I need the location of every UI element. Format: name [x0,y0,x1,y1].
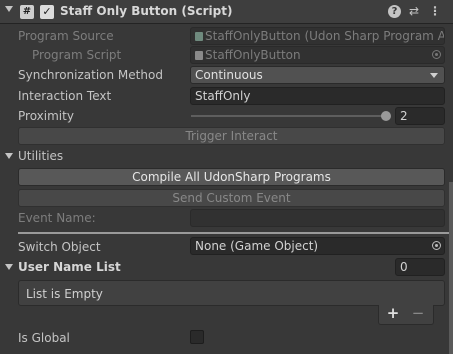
trigger-interact-button[interactable]: Trigger Interact [18,127,445,145]
interaction-text-value: StaffOnly [195,89,251,103]
enabled-checkbox[interactable]: ✓ [40,5,54,19]
list-size-input[interactable]: 0 [395,258,445,276]
interaction-text-label: Interaction Text [18,89,112,103]
chevron-down-icon [430,73,438,78]
collapse-chevron-icon[interactable] [5,6,13,12]
switch-object-value: None (Game Object) [195,239,319,253]
utilities-foldout[interactable]: Utilities [18,149,63,163]
sync-method-label: Synchronization Method [18,68,163,82]
script-icon: # [20,5,34,19]
send-custom-event-label: Send Custom Event [172,191,291,205]
is-global-checkbox[interactable] [190,330,204,344]
compile-all-label: Compile All UdonSharp Programs [132,170,331,184]
presets-icon[interactable]: ⇄ [407,4,421,19]
program-script-label: Program Script [32,48,122,62]
event-name-input[interactable] [190,209,445,227]
trigger-interact-label: Trigger Interact [185,129,278,143]
is-global-label: Is Global [18,331,70,345]
user-name-list-foldout[interactable]: User Name List [18,260,121,274]
send-custom-event-button[interactable]: Send Custom Event [18,189,445,207]
object-picker-icon[interactable] [432,241,441,250]
scrollbar[interactable] [449,182,453,354]
add-element-button[interactable]: + [385,304,401,322]
section-divider [18,232,449,234]
program-source-label: Program Source [18,29,114,43]
switch-object-field[interactable]: None (Game Object) [190,237,445,255]
program-source-value: StaffOnlyButton (Udon Sharp Program A [205,29,445,43]
proximity-value: 2 [400,109,408,123]
proximity-input[interactable]: 2 [395,107,445,125]
interaction-text-input[interactable]: StaffOnly [190,87,445,105]
compile-all-button[interactable]: Compile All UdonSharp Programs [18,168,445,186]
object-picker-icon[interactable] [432,50,441,59]
program-script-field[interactable]: StaffOnlyButton [190,46,445,64]
program-source-field[interactable]: StaffOnlyButton (Udon Sharp Program A [190,27,445,45]
program-script-value: StaffOnlyButton [205,48,301,62]
context-menu-icon[interactable]: ⋮ [428,4,442,19]
list-empty-text: List is Empty [26,287,103,301]
proximity-slider-thumb[interactable] [381,111,391,121]
event-name-label: Event Name: [18,211,96,225]
udon-program-icon [195,32,203,41]
component-title: Staff Only Button (Script) [60,4,233,18]
user-name-list-chevron-icon[interactable] [5,264,13,270]
sync-method-value: Continuous [195,68,263,82]
switch-object-label: Switch Object [18,240,101,254]
script-file-icon [195,51,203,60]
proximity-slider-track[interactable] [191,115,385,117]
remove-element-button[interactable]: − [410,304,426,322]
utilities-chevron-icon[interactable] [5,153,13,159]
list-size-value: 0 [400,260,408,274]
sync-method-dropdown[interactable]: Continuous [190,66,445,84]
proximity-label: Proximity [18,109,74,123]
help-icon[interactable]: ? [388,5,401,18]
